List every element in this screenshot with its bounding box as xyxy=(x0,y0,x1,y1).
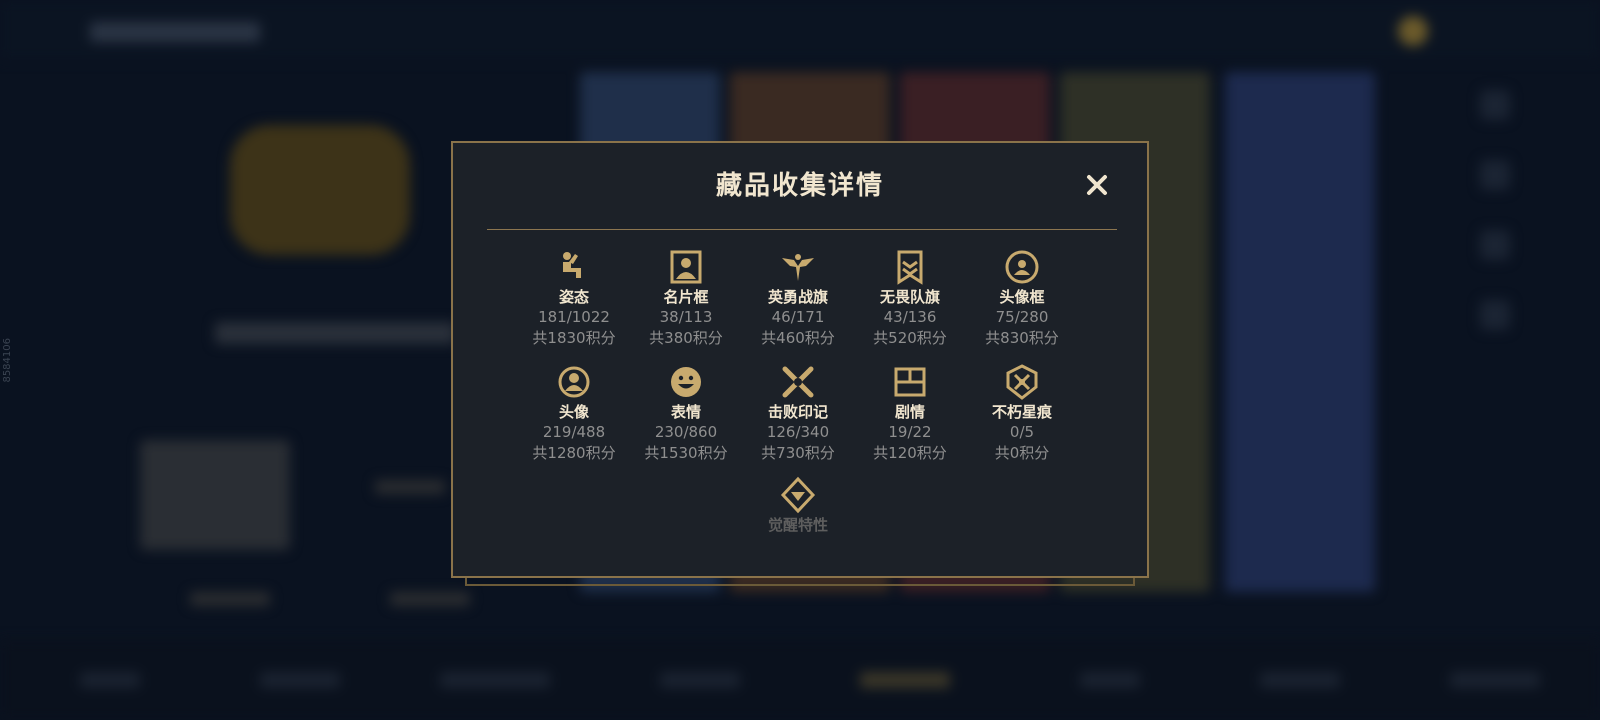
collection-item-story[interactable]: 剧情 19/22 共120积分 xyxy=(854,363,966,464)
collection-row-1: 姿态 181/1022 共1830积分 名片框 38/113 共380积分 英勇… xyxy=(518,248,1078,349)
defeat-mark-icon xyxy=(782,366,814,398)
item-points: 共120积分 xyxy=(873,444,947,462)
item-points: 共380积分 xyxy=(649,329,723,347)
item-name: 觉醒特性 xyxy=(767,516,828,534)
collection-item-avatar-frame[interactable]: 头像框 75/280 共830积分 xyxy=(966,248,1078,349)
team-flag-icon xyxy=(897,250,923,285)
star-scar-icon xyxy=(1006,364,1038,400)
bg-side-button xyxy=(1480,160,1510,190)
side-id-text: 8584106 xyxy=(2,338,13,383)
item-points: 共1530积分 xyxy=(644,444,728,462)
item-count: 0/5 xyxy=(1009,423,1035,441)
item-count: 181/1022 xyxy=(538,308,610,326)
item-count: 19/22 xyxy=(888,423,932,441)
bg-nav-item xyxy=(1080,672,1140,688)
bg-side-button xyxy=(1480,230,1510,260)
bg-nav-item xyxy=(660,672,740,688)
bg-nav-item xyxy=(1450,672,1540,688)
emote-icon xyxy=(671,367,701,397)
item-points: 共460积分 xyxy=(761,329,835,347)
story-icon xyxy=(894,367,926,397)
collection-item-awakening[interactable]: 觉醒特性 xyxy=(742,476,854,535)
item-name: 无畏队旗 xyxy=(879,288,940,306)
bg-label xyxy=(375,480,445,494)
bg-bottom-nav xyxy=(0,640,1600,720)
collection-item-banner[interactable]: 英勇战旗 46/171 共460积分 xyxy=(742,248,854,349)
item-count: 46/171 xyxy=(771,308,825,326)
item-name: 英勇战旗 xyxy=(767,288,828,306)
item-count: 126/340 xyxy=(766,423,830,441)
collection-item-star-scar[interactable]: 不朽星痕 0/5 共0积分 xyxy=(966,363,1078,464)
bg-nav-item xyxy=(80,672,140,688)
bg-label xyxy=(390,592,470,606)
bg-side-button xyxy=(1480,90,1510,120)
pose-icon xyxy=(563,252,581,278)
item-count: 230/860 xyxy=(654,423,718,441)
collection-row-3: 觉醒特性 xyxy=(742,476,854,535)
item-points: 共1830积分 xyxy=(532,329,616,347)
collection-item-team-flag[interactable]: 无畏队旗 43/136 共520积分 xyxy=(854,248,966,349)
avatar-frame-icon xyxy=(1005,250,1039,284)
bg-card xyxy=(140,440,290,550)
bg-art-tile xyxy=(1225,72,1375,592)
awakening-icon xyxy=(780,476,816,514)
item-name: 头像 xyxy=(558,403,589,421)
collection-item-avatar[interactable]: 头像 219/488 共1280积分 xyxy=(518,363,630,464)
bg-nav-item xyxy=(1260,672,1340,688)
dialog-title: 藏品收集详情 xyxy=(715,171,884,201)
item-points: 共0积分 xyxy=(994,444,1050,462)
bg-nav-item xyxy=(440,672,550,688)
bg-logo xyxy=(90,22,260,42)
item-name: 剧情 xyxy=(894,403,925,421)
item-count: 38/113 xyxy=(659,308,713,326)
title-divider xyxy=(487,229,1117,230)
card-frame-icon xyxy=(670,250,702,284)
collection-item-emote[interactable]: 表情 230/860 共1530积分 xyxy=(630,363,742,464)
item-name: 击败印记 xyxy=(767,403,828,421)
bg-currency-icon xyxy=(1398,16,1428,46)
bg-emblem xyxy=(230,125,410,255)
bg-progress-bar xyxy=(215,322,455,344)
close-icon[interactable] xyxy=(1083,171,1111,199)
item-points: 共1280积分 xyxy=(532,444,616,462)
banner-icon xyxy=(782,254,814,281)
item-name: 姿态 xyxy=(558,288,589,306)
collection-item-pose[interactable]: 姿态 181/1022 共1830积分 xyxy=(518,248,630,349)
item-name: 不朽星痕 xyxy=(991,403,1052,421)
item-count: 43/136 xyxy=(883,308,937,326)
bg-side-button xyxy=(1480,300,1510,330)
item-points: 共520积分 xyxy=(873,329,947,347)
collection-item-defeat-mark[interactable]: 击败印记 126/340 共730积分 xyxy=(742,363,854,464)
bg-nav-item xyxy=(860,672,950,688)
bg-nav-item xyxy=(260,672,340,688)
item-name: 头像框 xyxy=(999,288,1045,306)
item-name: 表情 xyxy=(670,403,701,421)
dialog-base-trim xyxy=(465,578,1135,586)
bg-label xyxy=(190,592,270,606)
avatar-icon xyxy=(558,366,590,398)
collection-details-dialog: 藏品收集详情 姿态 181/1022 共1830积分 名片框 38/113 共3… xyxy=(451,141,1149,578)
item-name: 名片框 xyxy=(663,288,709,306)
collection-item-card-frame[interactable]: 名片框 38/113 共380积分 xyxy=(630,248,742,349)
collection-row-2: 头像 219/488 共1280积分 表情 230/860 共1530积分 击败… xyxy=(518,363,1078,464)
item-points: 共730积分 xyxy=(761,444,835,462)
item-points: 共830积分 xyxy=(985,329,1059,347)
item-count: 75/280 xyxy=(995,308,1049,326)
item-count: 219/488 xyxy=(542,423,606,441)
